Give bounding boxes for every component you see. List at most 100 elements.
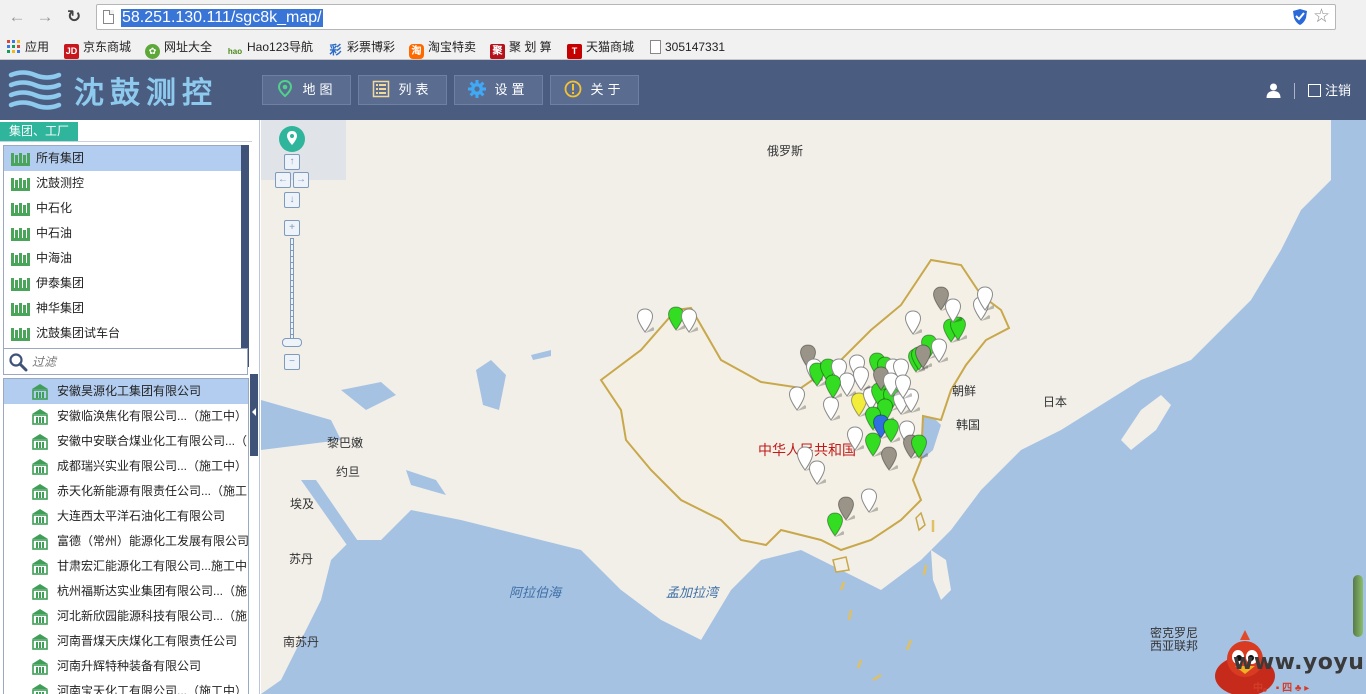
map-marker-offline[interactable] [904,310,922,336]
company-item[interactable]: 赤天化新能源有限责任公司...（施工 [4,479,248,504]
company-item[interactable]: 安徽中安联合煤业化工有限公司...（ [4,429,248,454]
bookmark-caipiao[interactable]: 彩彩票博彩 [328,38,395,57]
filter-field[interactable] [3,348,248,375]
bookmarks-bar: 应用 JD 京东商城 ✿ 网址大全 hao Hao123导航 彩彩票博彩 淘淘宝特卖 … [0,34,1366,60]
group-list: 所有集团 沈鼓测控 中石化 中石油 中海油 伊泰集团 神华集团 沈鼓集团试车台 [3,145,249,367]
factory-icon [11,203,30,216]
company-item[interactable]: 河北新欣园能源科技有限公司...（施 [4,604,248,629]
logout-button[interactable]: 注销 [1308,82,1351,100]
forward-arrow-icon[interactable]: → [34,6,56,28]
pan-up-button[interactable]: ↑ [284,154,300,170]
nav-about[interactable]: 关于 [550,75,639,105]
zoom-slider-handle[interactable] [282,338,302,347]
map-marker-stopped[interactable] [914,344,932,370]
map-marker-offline[interactable] [846,426,864,452]
company-item[interactable]: 安徽昊源化工集团有限公司 [4,379,248,404]
map-marker-offline[interactable] [636,308,654,334]
bookmark-label: 天猫商城 [586,40,635,54]
map-label-bay-of-bengal: 孟加拉湾 [666,585,719,600]
map-marker-offline[interactable] [894,374,912,400]
map-marker-offline[interactable] [944,298,962,324]
reload-icon[interactable]: ↻ [63,6,85,28]
nav-settings-label: 设置 [494,82,529,97]
bookmark-wangzhi[interactable]: ✿ 网址大全 [145,38,212,59]
map-marker-running[interactable] [910,434,928,460]
map-canvas [261,120,1331,694]
company-item[interactable]: 甘肃宏汇能源化工有限公司...施工中 [4,554,248,579]
collapse-panel-icon[interactable] [250,405,258,419]
group-item[interactable]: 伊泰集团 [4,271,248,296]
group-item[interactable]: 中海油 [4,246,248,271]
group-item[interactable]: 中石油 [4,221,248,246]
bookmark-jd[interactable]: JD 京东商城 [64,38,131,59]
company-building-icon [32,409,48,425]
company-item[interactable]: 富德（常州）能源化工发展有限公司 [4,529,248,554]
bookmark-juhuasuan[interactable]: 聚聚 划 算 [490,38,552,59]
map-marker-stopped[interactable] [880,446,898,472]
nav-settings[interactable]: 设置 [454,75,543,105]
back-arrow-icon[interactable]: ← [6,6,28,28]
group-item[interactable]: 神华集团 [4,296,248,321]
nav-map[interactable]: 地图 [262,75,351,105]
wangzhi-icon: ✿ [145,44,160,59]
zoom-slider-track[interactable] [290,238,294,346]
map-marker-offline[interactable] [976,286,994,312]
group-item[interactable]: 所有集团 [4,146,248,171]
star-icon[interactable]: ☆ [1313,6,1330,28]
side-widget[interactable] [1353,575,1363,637]
nav-list[interactable]: 列表 [358,75,447,105]
bookmark-label: 聚 划 算 [509,40,552,54]
map-label-jordan: 约旦 [336,465,361,479]
nav-about-label: 关于 [590,82,625,97]
zoom-in-button[interactable]: + [284,220,300,236]
company-item[interactable]: 安徽临涣焦化有限公司...（施工中） [4,404,248,429]
company-item[interactable]: 河南宝天化工有限公司...（施工中） [4,679,248,694]
map-marker-offline[interactable] [680,308,698,334]
group-list-scrollbar[interactable] [241,145,249,367]
tab-divider [0,141,252,142]
search-icon [9,353,28,372]
map-marker-offline[interactable] [788,386,806,412]
group-item[interactable]: 沈鼓测控 [4,171,248,196]
logout-label: 注销 [1325,83,1352,98]
tab-groups-factories[interactable]: 集团、工厂 [0,122,78,141]
pan-left-button[interactable]: ← [275,172,291,188]
company-item-label: 河南晋煤天庆煤化工有限责任公司 [57,634,238,648]
bookmark-hao123[interactable]: hao Hao123导航 [227,38,313,56]
logout-icon [1308,84,1321,97]
bookmark-apps[interactable]: 应用 [6,38,49,56]
pan-right-button[interactable]: → [293,172,309,188]
bookmark-taobao[interactable]: 淘淘宝特卖 [409,38,476,59]
location-pin-icon[interactable] [279,126,305,152]
map-marker-running[interactable] [826,512,844,538]
map-marker-offline[interactable] [852,366,870,392]
bookmark-305147331[interactable]: 305147331 [650,38,725,56]
group-item[interactable]: 沈鼓集团试车台 [4,321,248,346]
shield-icon[interactable] [1292,8,1308,26]
map-marker-offline[interactable] [808,460,826,486]
list-icon [373,80,390,98]
company-item[interactable]: 杭州福斯达实业集团有限公司...（施 [4,579,248,604]
pan-down-button[interactable]: ↓ [284,192,300,208]
url-text[interactable]: 58.251.130.111/sgc8k_map/ [121,9,323,27]
app-header: 沈鼓测控 地图 列表 设置 关于 注销 [0,60,1366,120]
bookmark-tmall[interactable]: T 天猫商城 [567,38,635,59]
map-marker-running[interactable] [824,374,842,400]
company-item[interactable]: 大连西太平洋石油化工有限公司 [4,504,248,529]
address-bar[interactable]: 58.251.130.111/sgc8k_map/ ☆ [96,4,1336,30]
company-item[interactable]: 河南晋煤天庆煤化工有限责任公司 [4,629,248,654]
hao123-icon: hao [227,47,243,56]
company-item[interactable]: 成都瑞兴实业有限公司...（施工中） [4,454,248,479]
user-icon[interactable] [1266,83,1281,98]
map-marker-offline[interactable] [860,488,878,514]
filter-input[interactable] [32,352,242,372]
sidebar: 集团、工厂 所有集团沈鼓测控中石化中石油中海油伊泰集团神华集团沈鼓集团试车台 安… [0,120,260,694]
company-building-icon [32,434,48,450]
map-view[interactable]: 俄罗斯 中华人民共和国 朝鲜 韩国 日本 黎巴嫩 约旦 埃及 苏丹 南苏丹 阿拉… [261,120,1366,694]
page-icon [103,10,114,24]
zoom-out-button[interactable]: − [284,354,300,370]
company-item[interactable]: 河南升辉特种装备有限公司 [4,654,248,679]
group-item[interactable]: 中石化 [4,196,248,221]
factory-icon [11,228,30,241]
company-item-label: 安徽临涣焦化有限公司...（施工中） [57,409,248,423]
